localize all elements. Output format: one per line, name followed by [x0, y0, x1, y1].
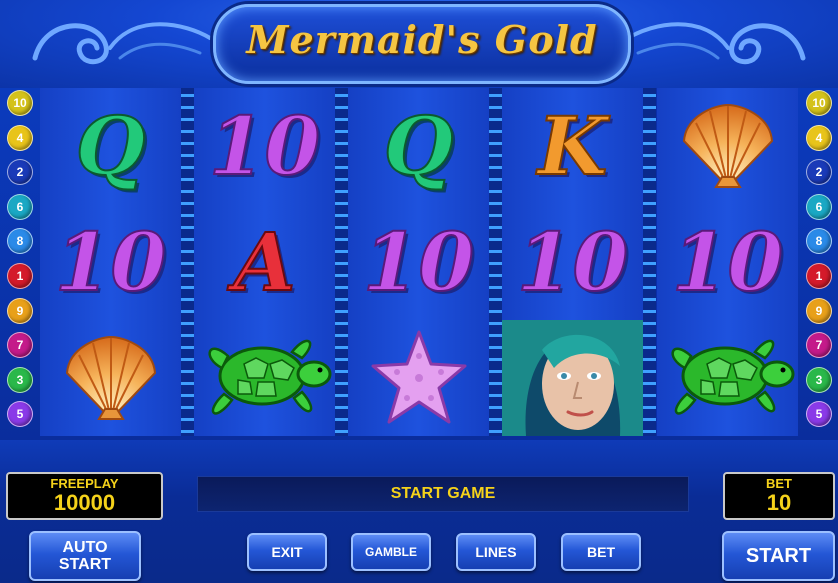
reels-area: Q 10 10 A Q 10 K 10 10	[40, 88, 798, 436]
sea-turtle-icon	[194, 320, 335, 436]
scallop-shell-icon	[40, 320, 181, 436]
reel-divider	[489, 88, 502, 436]
payline-badge: 7	[7, 332, 33, 359]
reel-divider	[181, 88, 194, 436]
payline-badge: 8	[806, 228, 832, 255]
payline-badge: 3	[7, 366, 33, 393]
symbol-text: 10	[516, 215, 629, 309]
mermaid-icon	[502, 320, 643, 436]
symbol-text: A	[232, 215, 296, 309]
freeplay-value: 10000	[53, 490, 116, 515]
title-plaque: Mermaid's Gold	[213, 4, 631, 84]
symbol-text: 10	[208, 99, 321, 193]
bet-display: BET 10	[723, 472, 835, 520]
left-ornament-icon	[32, 22, 212, 65]
reel-symbol: 10	[348, 204, 489, 320]
sea-turtle-icon	[657, 320, 798, 436]
right-ornament-icon	[626, 22, 806, 65]
payline-badge: 8	[7, 228, 33, 255]
reel-symbol: A	[194, 204, 335, 320]
freeplay-display: FREEPLAY 10000	[6, 472, 163, 520]
symbol-text: 10	[54, 215, 167, 309]
payline-badge: 1	[7, 263, 33, 289]
reel-symbol: Q	[348, 88, 489, 204]
symbol-text: 10	[362, 215, 475, 309]
auto-start-label-1: AUTO	[62, 539, 108, 556]
payline-badge: 6	[806, 193, 832, 220]
bet-value: 10	[766, 490, 792, 515]
payline-badge: 9	[806, 297, 832, 324]
payline-badge: 2	[7, 159, 33, 186]
payline-badge: 7	[806, 332, 832, 359]
payline-badge: 6	[7, 193, 33, 220]
payline-badge: 3	[806, 366, 832, 393]
bet-label: BET	[766, 476, 792, 491]
starfish-icon	[348, 320, 489, 436]
exit-button[interactable]: EXIT	[247, 533, 327, 571]
payline-badge: 1	[806, 263, 832, 289]
payline-badge: 4	[806, 124, 832, 151]
reel-divider	[335, 88, 348, 436]
game-title: Mermaid's Gold	[246, 17, 598, 62]
auto-start-button[interactable]: AUTO START	[29, 531, 141, 581]
payline-badge: 10	[7, 90, 33, 116]
symbol-text: Q	[383, 99, 455, 193]
symbol-text: K	[537, 99, 609, 193]
message-bar: START GAME	[197, 476, 689, 512]
freeplay-label: FREEPLAY	[50, 476, 119, 491]
reel-symbol: 10	[40, 204, 181, 320]
payline-badge: 10	[806, 90, 832, 116]
lines-button[interactable]: LINES	[456, 533, 536, 571]
bet-button[interactable]: BET	[561, 533, 641, 571]
gamble-button[interactable]: GAMBLE	[351, 533, 431, 571]
symbol-text: Q	[75, 99, 147, 193]
reel-symbol: 10	[502, 204, 643, 320]
reel-symbol: 10	[194, 88, 335, 204]
auto-start-label-2: START	[58, 556, 112, 573]
payline-badge: 9	[7, 297, 33, 324]
reel-symbol: K	[502, 88, 643, 204]
symbol-text: 10	[671, 215, 784, 309]
payline-badge: 2	[806, 159, 832, 186]
payline-badge: 4	[7, 124, 33, 151]
reel-symbol: Q	[40, 88, 181, 204]
payline-badge: 5	[806, 401, 832, 428]
status-message: START GAME	[390, 485, 496, 502]
start-button[interactable]: START	[722, 531, 835, 581]
scallop-shell-icon	[657, 88, 798, 204]
payline-badge: 5	[7, 401, 33, 428]
reel-divider	[643, 88, 656, 436]
reel-symbol: 10	[657, 204, 798, 320]
